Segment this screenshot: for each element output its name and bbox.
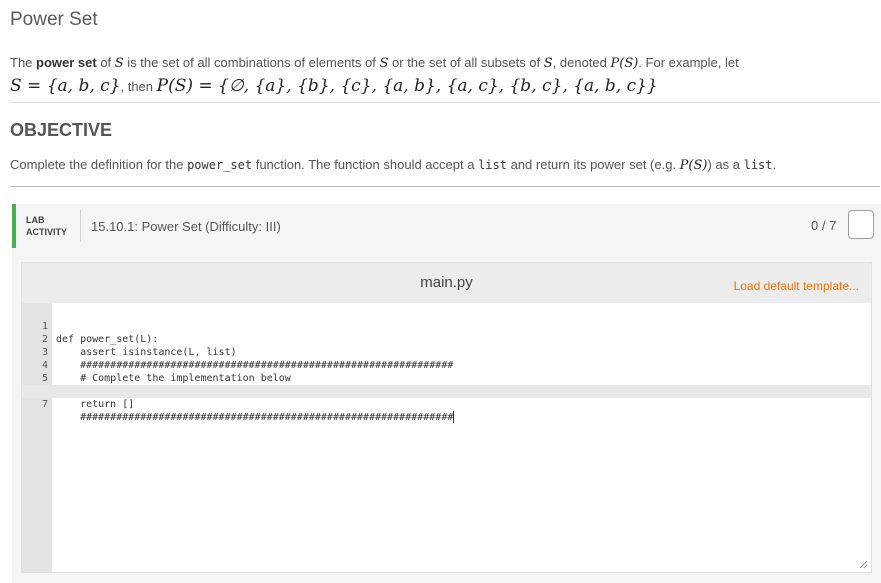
line-number: 7 xyxy=(41,399,48,410)
intro-text: , then xyxy=(120,79,157,94)
lab-tag-line: LAB xyxy=(26,215,45,225)
code-line[interactable]: 6 return [] xyxy=(22,372,871,410)
lab-title: 15.10.1: Power Set (Difficulty: III) xyxy=(91,219,281,234)
intro-line-2: S = {a, b, c}, then P(S) = {∅, {a}, {b},… xyxy=(10,75,870,98)
code-line-active[interactable]: 7 ######################################… xyxy=(22,385,871,423)
math-expression: P(S) = {∅, {a}, {b}, {c}, {a, b}, {a, c}… xyxy=(156,76,658,96)
intro-text: , denoted xyxy=(552,55,611,70)
code-line[interactable]: 1 def power_set(L): xyxy=(22,307,871,345)
code-editor: main.py Load default template... 1 def p… xyxy=(21,262,872,573)
intro-text: of xyxy=(96,55,115,70)
code-line[interactable]: 5 xyxy=(22,359,871,384)
intro-paragraph: The power set of S is the set of all com… xyxy=(10,52,870,98)
lab-tag-line: ACTIVITY xyxy=(26,227,68,237)
page-title: Power Set xyxy=(10,9,98,30)
lab-body: main.py Load default template... 1 def p… xyxy=(12,248,881,583)
code-input-area[interactable]: 1 def power_set(L): 2 assert isinstance(… xyxy=(22,303,871,572)
score-badge-icon xyxy=(848,210,874,239)
intro-line-1: The power set of S is the set of all com… xyxy=(10,52,870,75)
inline-code: list xyxy=(478,158,507,172)
objective-fragment: ) as a xyxy=(707,157,744,172)
divider xyxy=(10,186,880,187)
objective-fragment: and return its power set (e.g. xyxy=(506,157,680,172)
intro-text: The xyxy=(10,55,37,70)
objective-fragment: function. The function should accept a xyxy=(252,157,479,172)
math-expression: S = {a, b, c} xyxy=(10,76,121,96)
editor-toolbar: main.py Load default template... xyxy=(22,263,871,303)
code-text-content: ########################################… xyxy=(56,412,454,423)
objective-fragment: . xyxy=(772,157,777,172)
intro-text: . For example, let xyxy=(638,55,739,70)
score-indicator: 0 / 7 xyxy=(811,218,837,233)
section-heading: OBJECTIVE xyxy=(10,120,113,140)
inline-code: list xyxy=(743,158,773,172)
code-line[interactable]: 4 # Complete the implementation below xyxy=(22,346,871,384)
math-symbol: P(S) xyxy=(610,56,639,71)
header-separator xyxy=(80,210,81,242)
load-default-template-link[interactable]: Load default template... xyxy=(734,279,859,293)
lab-activity-header: LAB ACTIVITY 15.10.1: Power Set (Difficu… xyxy=(12,204,881,248)
math-symbol: S xyxy=(543,56,553,71)
code-text: ########################################… xyxy=(56,411,455,424)
inline-code: power_set xyxy=(187,158,253,172)
objective-fragment: Complete the definition for the xyxy=(10,157,188,172)
objective-text: Complete the definition for the power_se… xyxy=(10,157,875,173)
math-expression: P(S) xyxy=(679,158,708,173)
intro-term: power set xyxy=(36,55,97,70)
intro-text: is the set of all combinations of elemen… xyxy=(123,55,380,70)
lab-activity-tag: LAB ACTIVITY xyxy=(26,214,67,238)
intro-text: or the set of all subsets of xyxy=(388,55,544,70)
text-cursor xyxy=(453,411,455,423)
divider xyxy=(10,102,880,103)
math-symbol: S xyxy=(114,56,124,71)
code-line[interactable]: 2 assert isinstance(L, list) xyxy=(22,320,871,358)
resize-handle-icon[interactable] xyxy=(858,559,868,569)
code-line[interactable]: 3 ######################################… xyxy=(22,333,871,371)
